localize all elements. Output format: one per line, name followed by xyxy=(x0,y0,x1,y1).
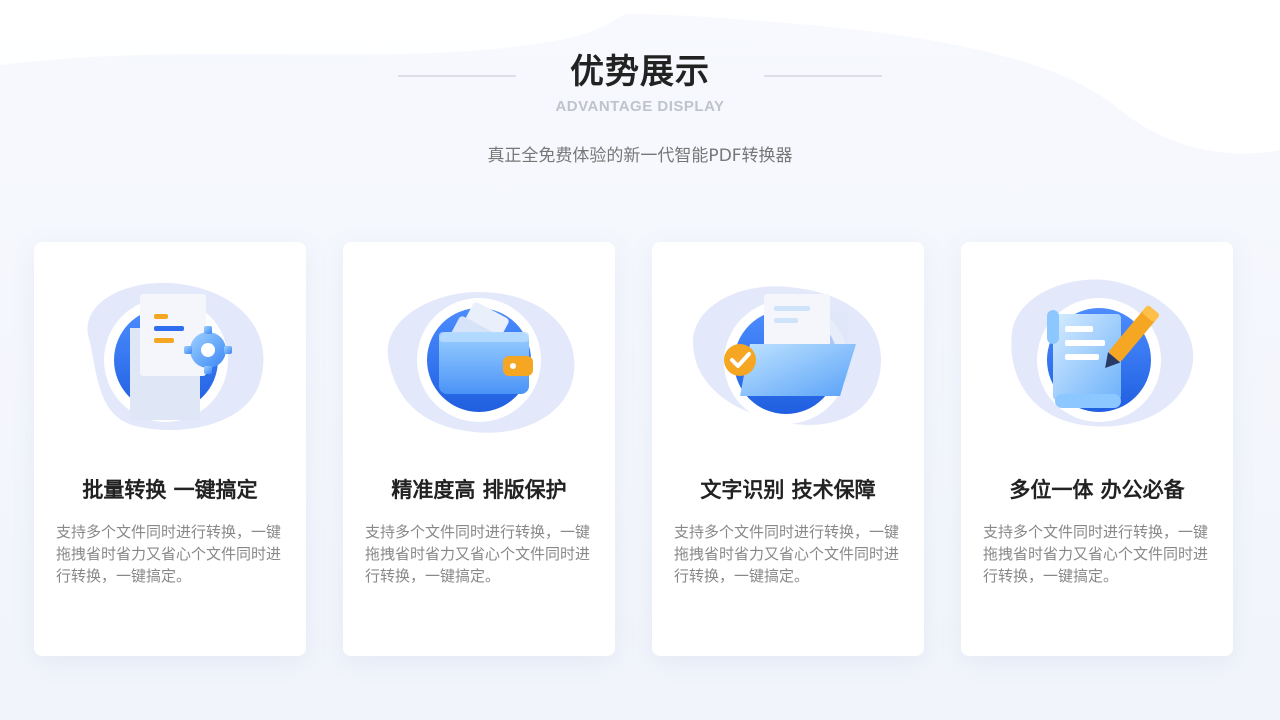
card-title: 文字识别 技术保障 xyxy=(652,474,924,504)
wallet-icon xyxy=(379,272,579,442)
card-description: 支持多个文件同时进行转换，一键拖拽省时省力又省心个文件同时进行转换，一键搞定。 xyxy=(674,521,906,587)
batch-convert-icon xyxy=(70,272,270,442)
section-subtitle-en: ADVANTAGE DISPLAY xyxy=(0,98,1280,115)
card-title: 多位一体 办公必备 xyxy=(961,474,1233,504)
folder-check-icon xyxy=(688,272,888,442)
feature-card-precision: 精准度高 排版保护 支持多个文件同时进行转换，一键拖拽省时省力又省心个文件同时进… xyxy=(343,242,615,656)
feature-cards: 批量转换 一键搞定 支持多个文件同时进行转换，一键拖拽省时省力又省心个文件同时进… xyxy=(34,242,1234,656)
card-description: 支持多个文件同时进行转换，一键拖拽省时省力又省心个文件同时进行转换，一键搞定。 xyxy=(56,521,288,587)
feature-card-ocr: 文字识别 技术保障 支持多个文件同时进行转换，一键拖拽省时省力又省心个文件同时进… xyxy=(652,242,924,656)
section-title: 优势展示 xyxy=(570,48,710,96)
card-title: 精准度高 排版保护 xyxy=(343,474,615,504)
card-description: 支持多个文件同时进行转换，一键拖拽省时省力又省心个文件同时进行转换，一键搞定。 xyxy=(365,521,597,587)
section-tagline: 真正全免费体验的新一代智能PDF转换器 xyxy=(0,141,1280,166)
title-divider-right xyxy=(764,75,882,77)
card-description: 支持多个文件同时进行转换，一键拖拽省时省力又省心个文件同时进行转换，一键搞定。 xyxy=(983,521,1215,587)
feature-card-batch-convert: 批量转换 一键搞定 支持多个文件同时进行转换，一键拖拽省时省力又省心个文件同时进… xyxy=(34,242,306,656)
feature-card-all-in-one: 多位一体 办公必备 支持多个文件同时进行转换，一键拖拽省时省力又省心个文件同时进… xyxy=(961,242,1233,656)
section-header: 优势展示 ADVANTAGE DISPLAY 真正全免费体验的新一代智能PDF转… xyxy=(0,0,1280,200)
document-pen-icon xyxy=(997,272,1197,442)
card-title: 批量转换 一键搞定 xyxy=(34,474,306,504)
title-divider-left xyxy=(398,75,516,77)
title-row: 优势展示 xyxy=(0,48,1280,96)
